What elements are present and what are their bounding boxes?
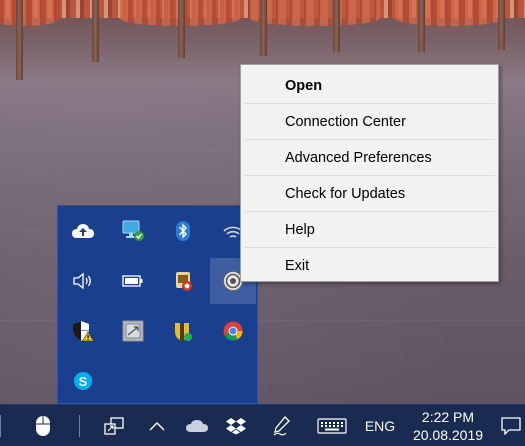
language-label: ENG: [364, 418, 396, 434]
show-hidden-icons-chevron-icon[interactable]: [144, 405, 170, 446]
mouse-icon[interactable]: [26, 405, 60, 446]
touch-keyboard-icon[interactable]: [313, 405, 351, 446]
wallpaper-pole: [92, 0, 99, 62]
pen-workspace-icon[interactable]: [268, 405, 296, 446]
wallpaper-umbrella: [250, 0, 380, 26]
taskbar-separator: [79, 415, 80, 437]
tablet-mode-icon[interactable]: [97, 405, 131, 446]
menu-item-help[interactable]: Help: [244, 212, 495, 248]
svg-text:S: S: [79, 374, 88, 389]
skype-icon[interactable]: S: [60, 358, 106, 404]
clock-date: 20.08.2019: [412, 427, 484, 443]
taskbar: ENG 2:22 PM 20.08.2019: [0, 404, 525, 446]
menu-item-open[interactable]: Open: [244, 68, 495, 104]
folder-shield-icon[interactable]: [160, 308, 206, 354]
wallpaper-pole: [418, 0, 425, 52]
wallpaper-pole: [260, 0, 267, 56]
wallpaper-pole: [16, 0, 23, 80]
wallpaper-umbrella: [0, 0, 60, 26]
chrome-icon[interactable]: [210, 308, 256, 354]
wallpaper-pole: [498, 0, 505, 50]
wallpaper-umbrella: [395, 0, 505, 26]
input-language-indicator[interactable]: ENG: [360, 405, 400, 446]
menu-item-exit[interactable]: Exit: [244, 248, 495, 284]
taskbar-clock[interactable]: 2:22 PM 20.08.2019: [402, 405, 494, 446]
dropbox-icon[interactable]: [222, 405, 250, 446]
menu-item-check-for-updates[interactable]: Check for Updates: [244, 176, 495, 212]
bluetooth-icon[interactable]: [160, 208, 206, 254]
context-menu: Open Connection Center Advanced Preferen…: [240, 64, 499, 282]
remote-connection-icon[interactable]: [110, 208, 156, 254]
display-sync-icon[interactable]: [110, 308, 156, 354]
windows-defender-warning-icon[interactable]: [60, 308, 106, 354]
clock-time: 2:22 PM: [421, 409, 475, 425]
volume-icon[interactable]: [60, 258, 106, 304]
menu-item-connection-center[interactable]: Connection Center: [244, 104, 495, 140]
wallpaper-pole: [178, 0, 185, 58]
battery-icon[interactable]: [110, 258, 156, 304]
wallpaper-pole: [333, 0, 340, 52]
taskbar-separator: [0, 415, 1, 437]
security-app-icon[interactable]: [160, 258, 206, 304]
onedrive-upload-icon[interactable]: [60, 208, 106, 254]
tray-overflow-flyout: S: [57, 205, 258, 404]
action-center-icon[interactable]: [496, 405, 525, 446]
onedrive-icon[interactable]: [183, 405, 211, 446]
menu-item-advanced-preferences[interactable]: Advanced Preferences: [244, 140, 495, 176]
